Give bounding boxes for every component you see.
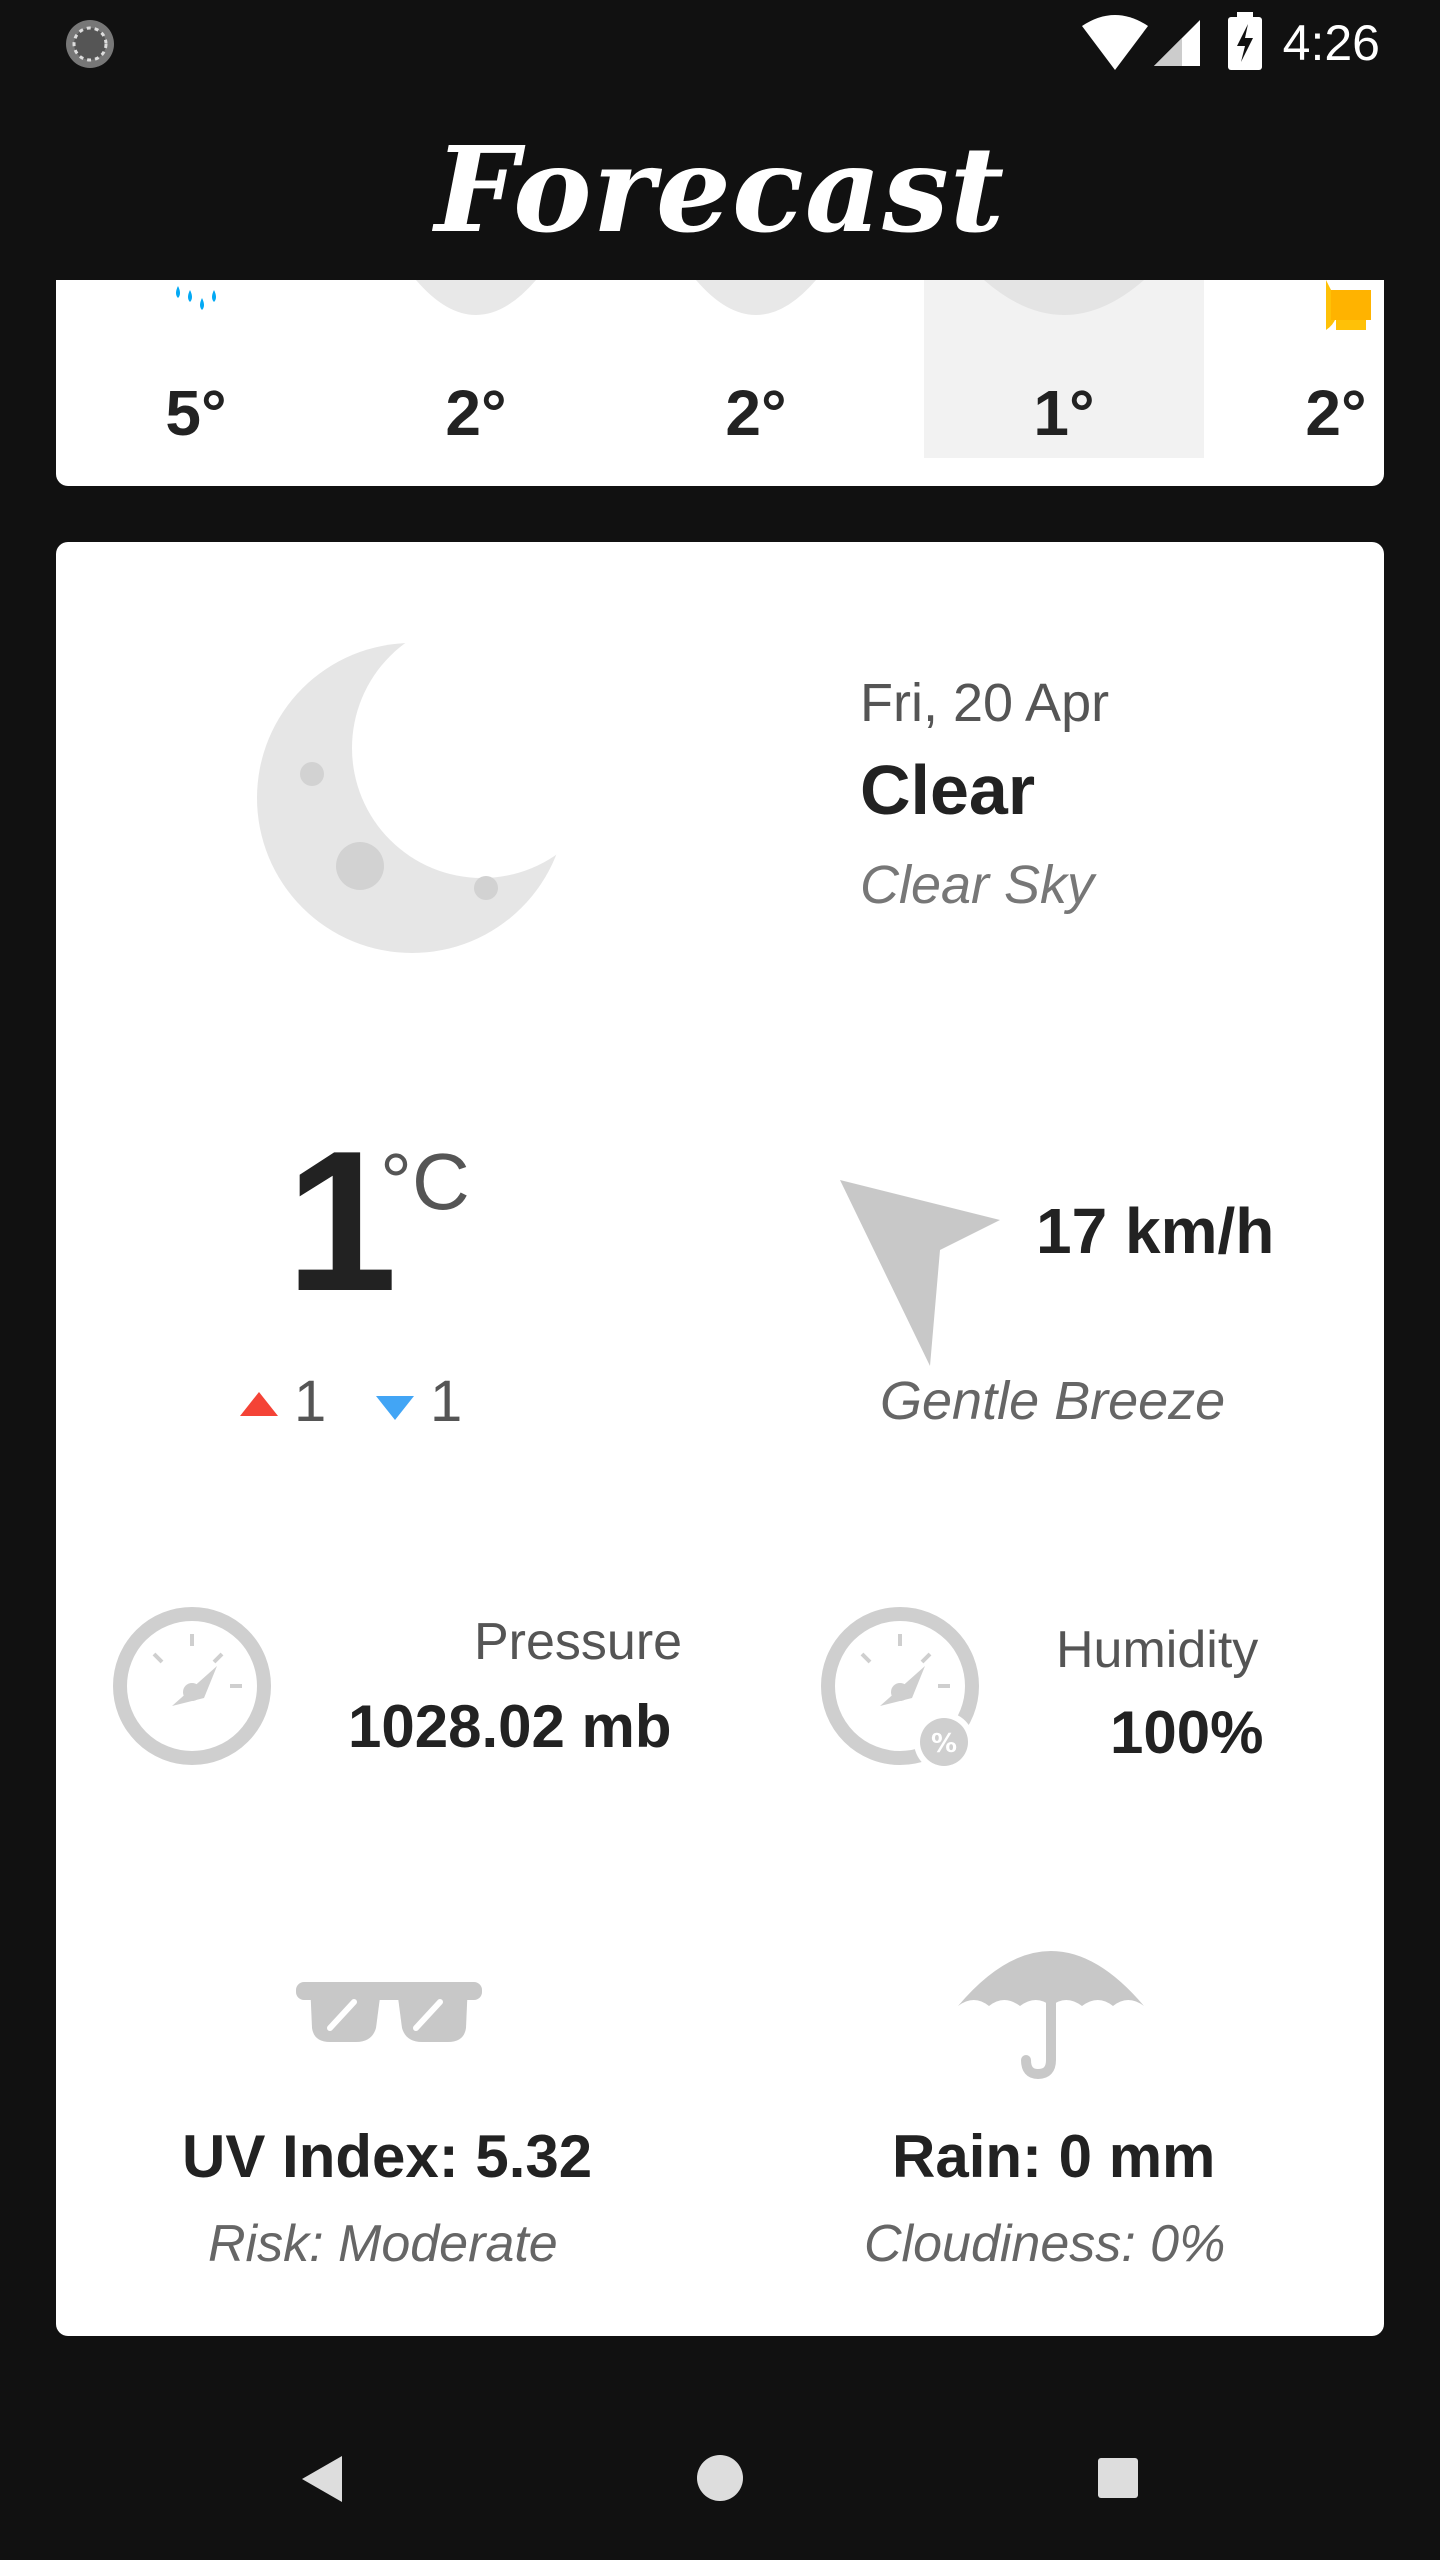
app-title: Forecast <box>434 120 1006 259</box>
temp-high-arrow-icon <box>240 1392 278 1416</box>
forecast-strip[interactable]: 5° 2° 2° 1° 2° <box>56 280 1384 486</box>
forecast-item-selected[interactable]: 1° <box>924 280 1204 458</box>
svg-text:%: % <box>931 1729 957 1759</box>
temp-low: 1 <box>430 1369 463 1434</box>
status-time: 4:26 <box>1282 15 1380 71</box>
navigation-bar <box>0 2376 1440 2560</box>
uv-risk: Risk: Moderate <box>208 2215 558 2273</box>
barometer-icon <box>113 1607 271 1765</box>
temp-low-arrow-icon <box>376 1396 414 1420</box>
pressure-label: Pressure <box>474 1613 683 1671</box>
signal-icon <box>1154 20 1200 66</box>
forecast-item[interactable]: 5° <box>56 280 336 458</box>
forecast-item[interactable]: 2° <box>336 280 616 458</box>
forecast-temp: 2° <box>725 377 787 449</box>
moon-icon <box>984 280 1144 315</box>
humidity-gauge-icon: % <box>821 1607 979 1772</box>
wind-description: Gentle Breeze <box>880 1371 1226 1431</box>
back-icon[interactable] <box>300 2454 344 2504</box>
pressure-value: 1028.02 mb <box>348 1693 672 1760</box>
battery-charging-icon <box>1228 12 1262 70</box>
forecast-item[interactable]: 2° <box>1196 280 1384 458</box>
cloudiness: Cloudiness: 0% <box>864 2215 1226 2273</box>
umbrella-icon <box>958 1951 1144 2080</box>
recents-icon[interactable] <box>1096 2456 1140 2500</box>
temperature-unit: °C <box>380 1137 470 1226</box>
wifi-icon <box>1082 15 1148 70</box>
sunglasses-icon <box>296 1982 482 2042</box>
sun-icon <box>1326 280 1371 330</box>
humidity-label: Humidity <box>1056 1621 1259 1679</box>
temp-high: 1 <box>294 1369 327 1434</box>
humidity-value: 100% <box>1110 1699 1264 1766</box>
forecast-temp: 2° <box>445 377 507 449</box>
wind-speed: 17 km/h <box>1036 1195 1275 1267</box>
wind-direction-icon <box>840 1180 1000 1366</box>
forecast-date: Fri, 20 Apr <box>860 673 1110 733</box>
forecast-temp: 1° <box>1033 377 1095 449</box>
weather-detail-card: Fri, 20 Apr Clear Clear Sky 1 °C 1 1 17 … <box>56 542 1384 2336</box>
sync-icon <box>66 20 114 68</box>
forecast-temp: 2° <box>1305 377 1367 449</box>
moon-icon <box>416 280 536 315</box>
weather-description: Clear Sky <box>860 855 1095 915</box>
moon-icon <box>696 280 816 315</box>
uv-index: UV Index: 5.32 <box>182 2123 593 2190</box>
rain-drops-icon <box>176 286 216 310</box>
forecast-item[interactable]: 2° <box>616 280 896 458</box>
status-bar: 4:26 <box>0 0 1440 88</box>
forecast-temp: 5° <box>165 377 227 449</box>
home-icon[interactable] <box>696 2454 744 2502</box>
weather-condition: Clear <box>860 751 1036 829</box>
rain-amount: Rain: 0 mm <box>892 2123 1216 2190</box>
moon-icon <box>257 643 567 953</box>
